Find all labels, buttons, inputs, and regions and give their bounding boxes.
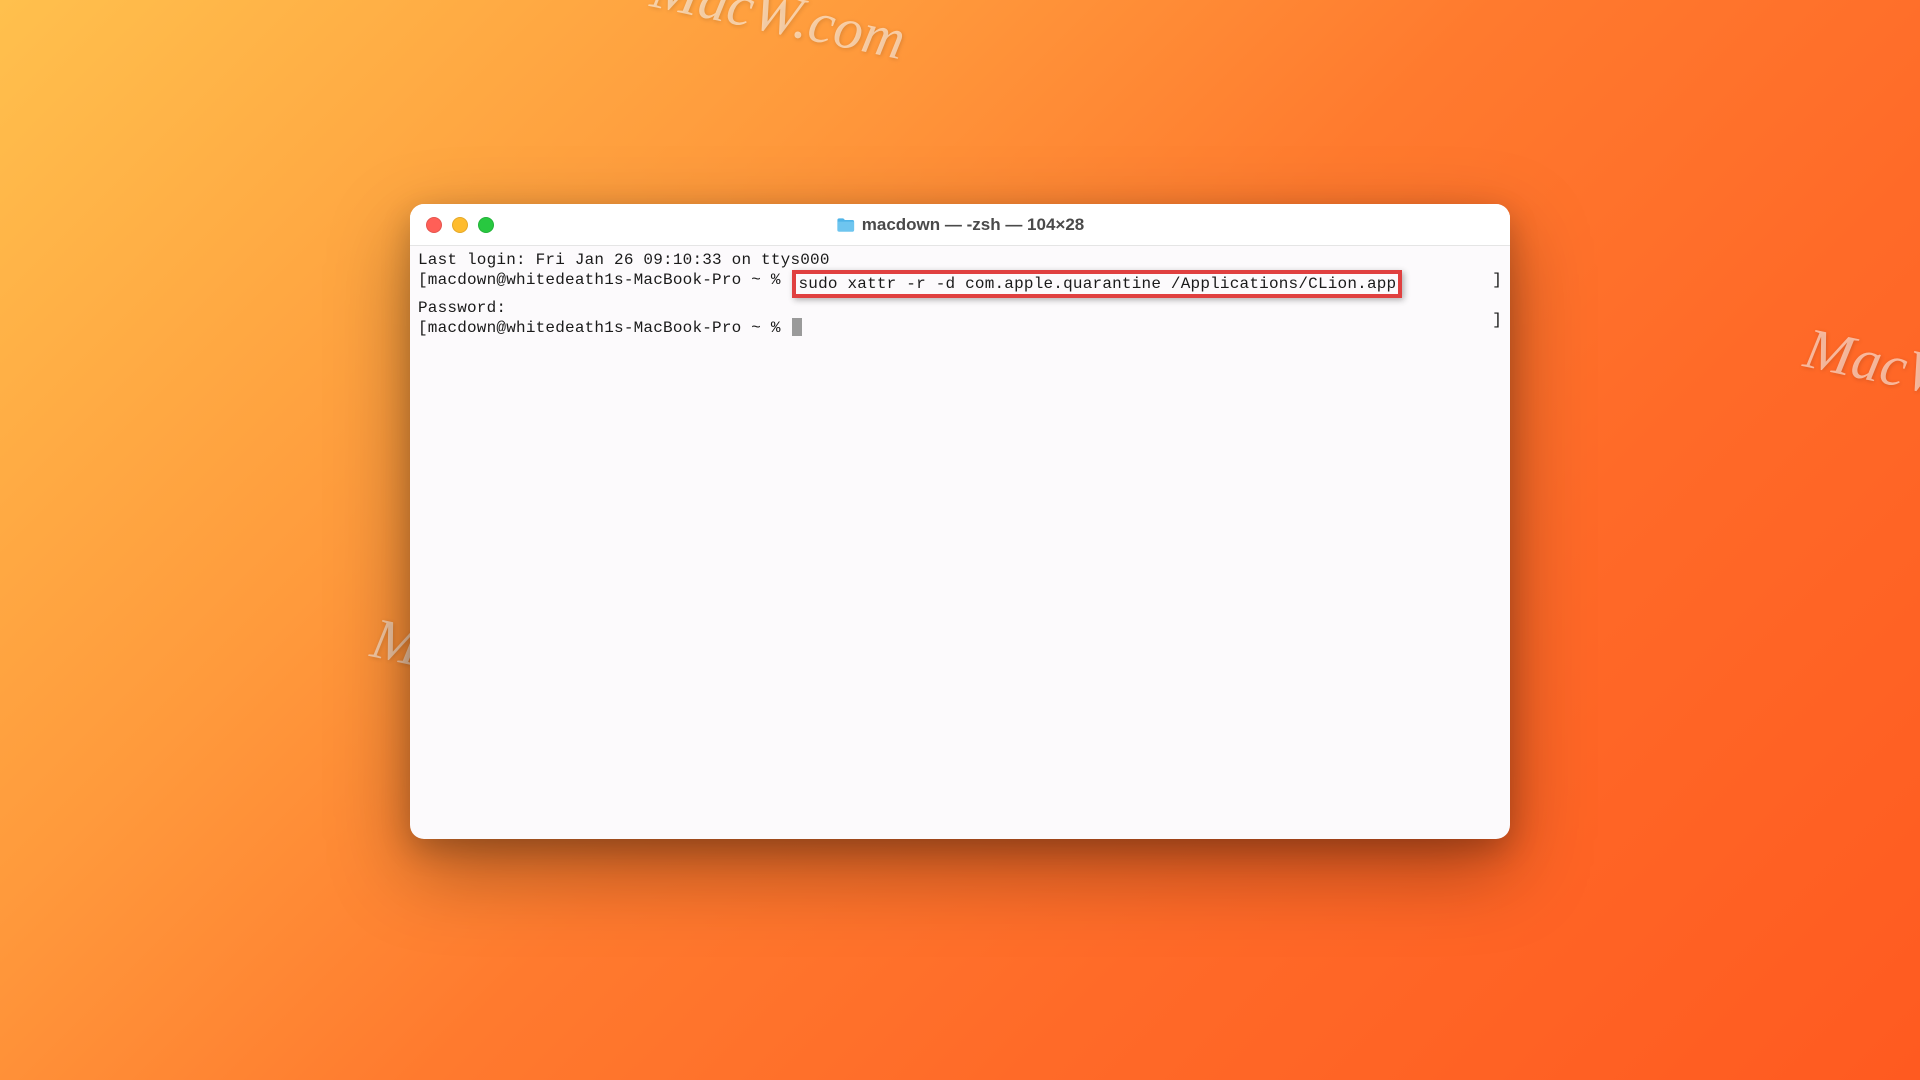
terminal-line-prompt: [macdown@whitedeath1s-MacBook-Pro ~ % <box>418 318 1502 338</box>
right-bracket-column: ] ] <box>1492 250 1502 330</box>
highlighted-command-text: sudo xattr -r -d com.apple.quarantine /A… <box>798 275 1396 293</box>
watermark: MacW.com <box>1799 314 1920 433</box>
window-title: macdown — -zsh — 104×28 <box>836 215 1085 235</box>
terminal-line-command: [macdown@whitedeath1s-MacBook-Pro ~ % su… <box>418 270 1502 298</box>
terminal-prompt: [macdown@whitedeath1s-MacBook-Pro ~ % <box>418 270 790 298</box>
terminal-line-password: Password: <box>418 298 1502 318</box>
minimize-button[interactable] <box>452 217 468 233</box>
folder-icon <box>836 216 856 234</box>
desktop-background: MacW.com MacW.com MacW.com macdown — -zs… <box>0 0 1920 1080</box>
terminal-cursor[interactable] <box>792 318 802 336</box>
terminal-line-last-login: Last login: Fri Jan 26 09:10:33 on ttys0… <box>418 250 1502 270</box>
terminal-prompt: [macdown@whitedeath1s-MacBook-Pro ~ % <box>418 318 790 338</box>
watermark: MacW.com <box>646 0 911 73</box>
traffic-lights <box>410 217 494 233</box>
title-bar[interactable]: macdown — -zsh — 104×28 <box>410 204 1510 246</box>
terminal-content[interactable]: Last login: Fri Jan 26 09:10:33 on ttys0… <box>410 246 1510 342</box>
highlighted-command-box: sudo xattr -r -d com.apple.quarantine /A… <box>792 270 1402 298</box>
window-title-text: macdown — -zsh — 104×28 <box>862 215 1085 235</box>
close-button[interactable] <box>426 217 442 233</box>
maximize-button[interactable] <box>478 217 494 233</box>
terminal-window[interactable]: macdown — -zsh — 104×28 Last login: Fri … <box>410 204 1510 839</box>
